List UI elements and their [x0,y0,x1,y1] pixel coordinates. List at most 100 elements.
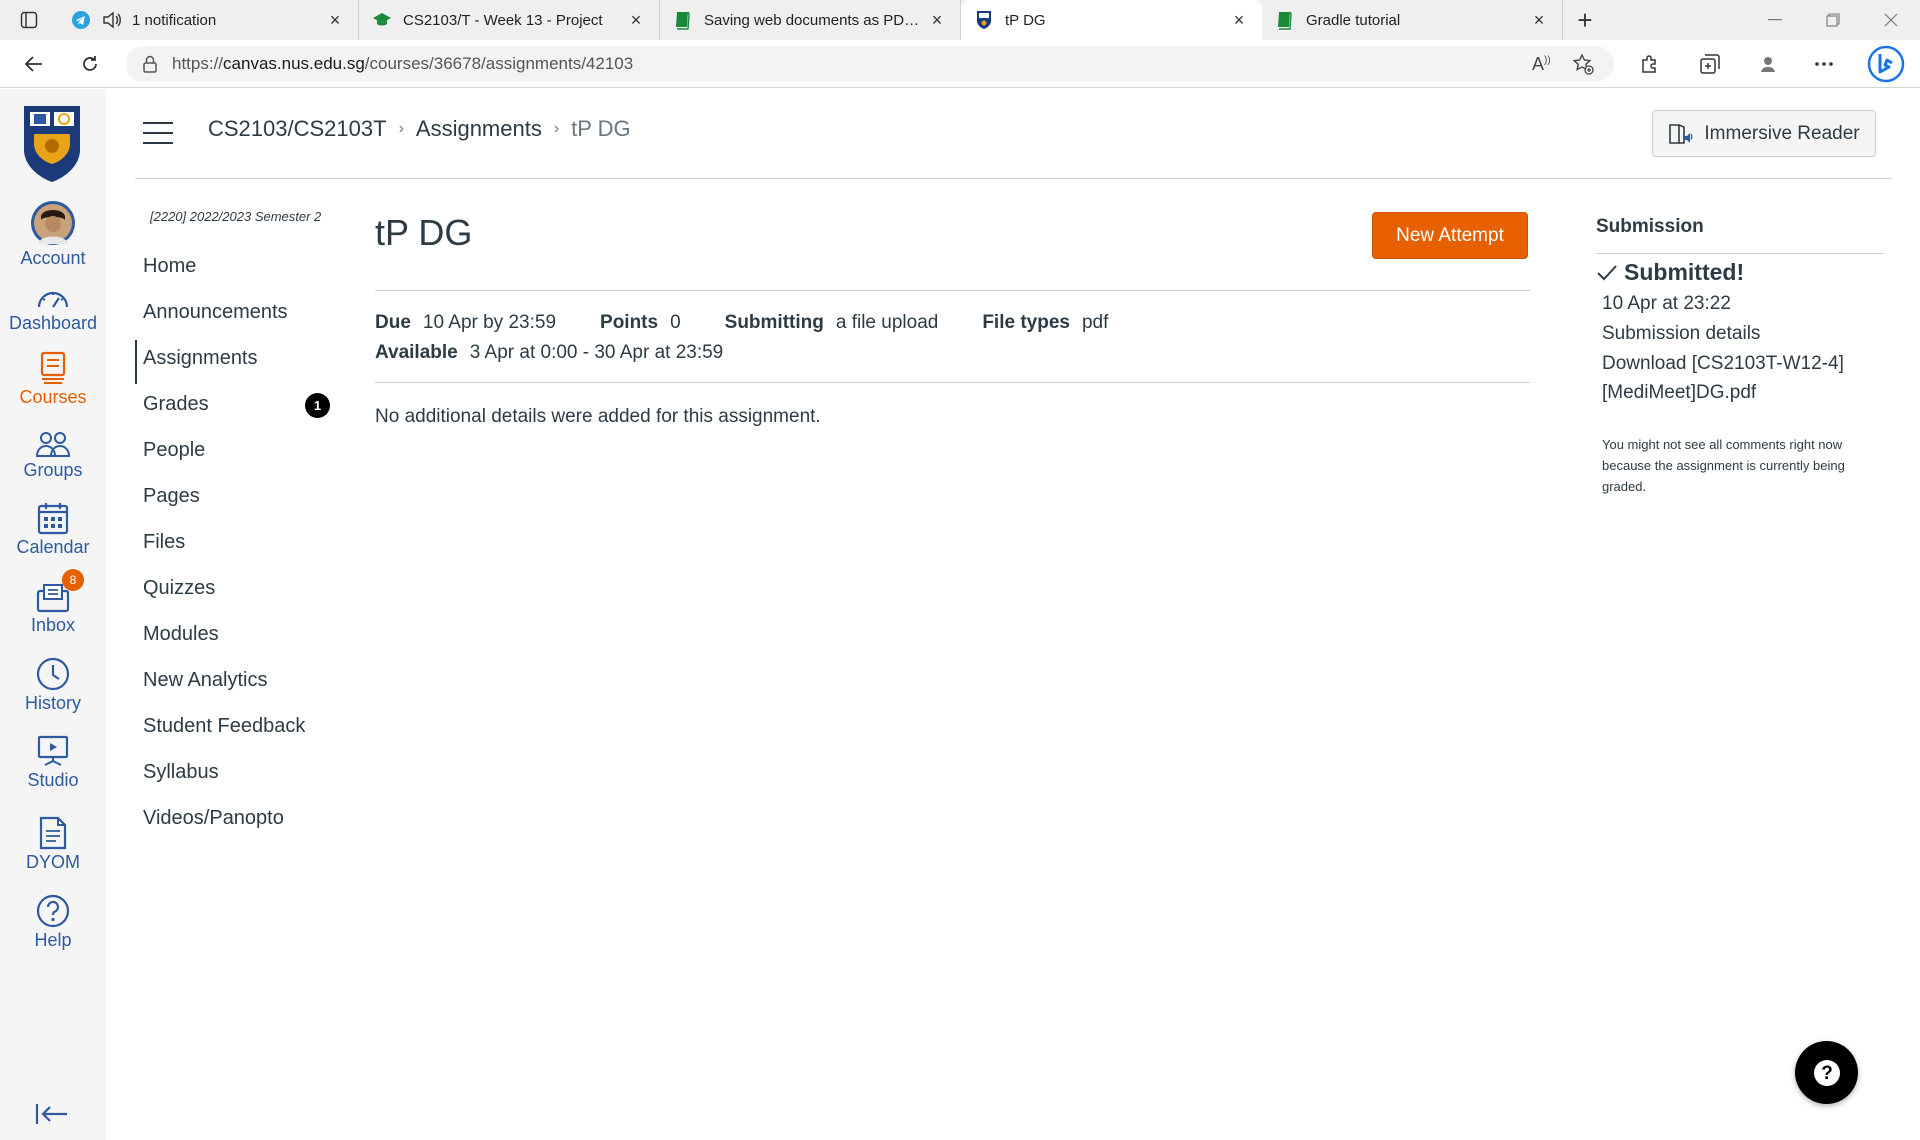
nav-courses[interactable]: Courses [0,341,106,408]
close-icon[interactable]: × [1228,10,1250,31]
course-nav-home[interactable]: Home [143,255,196,278]
browser-tab-gradle[interactable]: Gradle tutorial × [1262,0,1563,40]
nav-calendar[interactable]: Calendar [0,491,106,558]
tab-title: tP DG [1005,11,1046,29]
details-row-2: Available 3 Apr at 0:00 - 30 Apr at 23:59 [375,338,1152,368]
groups-icon [0,414,106,458]
course-nav-student-feedback[interactable]: Student Feedback [143,715,305,738]
nav-label: Help [34,930,72,950]
courses-icon [0,341,106,385]
url-prefix: https:// [172,54,224,73]
restore-icon[interactable] [1804,0,1862,40]
nav-help[interactable]: Help [0,884,106,951]
breadcrumb-course[interactable]: CS2103/CS2103T [208,116,387,142]
nav-label: History [24,693,81,713]
assignment-details: Due 10 Apr by 23:59 Points 0 Submitting a fil… [375,308,1152,368]
course-nav-modules[interactable]: Modules [143,623,219,646]
course-term: [2220] 2022/2023 Semester 2 [150,209,322,224]
minimize-icon[interactable] [1746,0,1804,40]
nav-inbox[interactable]: 8 Inbox [0,569,106,636]
bing-chat-icon[interactable] [1864,44,1908,84]
submission-download-link[interactable]: Download [CS2103T-W12-4] [MediMeet]DG.pd… [1602,353,1844,404]
extensions-icon[interactable] [1630,44,1670,84]
read-aloud-icon[interactable]: A)) [1532,54,1551,75]
speaker-icon[interactable] [102,11,122,29]
nav-label: Groups [23,460,83,480]
course-nav-pages[interactable]: Pages [143,485,200,508]
course-nav-announcements[interactable]: Announcements [143,301,288,324]
address-bar[interactable]: https://canvas.nus.edu.sg/courses/36678/… [126,46,1614,82]
calendar-icon [0,491,106,535]
collections-icon[interactable] [1690,44,1730,84]
submitting-label: Submitting [724,312,824,333]
close-icon[interactable]: × [926,10,948,31]
breadcrumb-separator: › [553,120,560,137]
nav-groups[interactable]: Groups [0,414,106,481]
tab-title: 1 notification [132,11,217,29]
assignment-description: No additional details were added for thi… [375,406,821,427]
browser-tab-week13[interactable]: CS2103/T - Week 13 - Project × [359,0,660,40]
breadcrumb-assignments[interactable]: Assignments [416,116,542,142]
lock-icon[interactable] [142,55,158,73]
question-icon: ? [1813,1059,1840,1086]
history-icon [0,647,106,691]
nav-label: DYOM [26,852,80,872]
submission-divider [1596,253,1884,254]
due-label: Due [375,312,411,333]
grades-badge: 1 [305,393,330,418]
header-divider [135,178,1891,179]
immersive-reader-button[interactable]: Immersive Reader [1652,110,1876,157]
course-nav-grades[interactable]: Grades [143,393,209,416]
inbox-icon [0,569,106,613]
back-icon[interactable] [12,42,56,86]
close-icon[interactable]: × [324,10,346,31]
course-nav-videos-panopto[interactable]: Videos/Panopto [143,807,284,830]
submission-heading: Submission [1596,216,1704,237]
browser-tab-telegram[interactable]: 1 notification × [58,0,359,40]
read-aloud-label: A [1532,53,1545,74]
nav-studio[interactable]: Studio [0,724,106,791]
course-nav-files[interactable]: Files [143,531,185,554]
nav-account[interactable]: Account [0,201,106,269]
nav-dashboard[interactable]: Dashboard [0,267,106,334]
new-attempt-button[interactable]: New Attempt [1372,212,1528,259]
more-options-icon[interactable] [1804,44,1844,84]
browser-tab-saving-pdf[interactable]: Saving web documents as PDF fil × [660,0,961,40]
course-nav-assignments[interactable]: Assignments [143,347,258,370]
tab-actions-icon[interactable] [0,0,58,40]
course-menu-toggle[interactable] [143,122,173,146]
page-title: tP DG [375,212,473,253]
browser-toolbar: https://canvas.nus.edu.sg/courses/36678/… [0,40,1920,88]
nav-label: Inbox [30,615,76,635]
refresh-icon[interactable] [68,42,112,86]
collapse-nav-icon[interactable] [32,1094,72,1134]
window-close-icon[interactable] [1862,0,1920,40]
help-chat-button[interactable]: ? [1795,1041,1858,1104]
favorites-add-icon[interactable] [1572,53,1594,75]
browser-tab-tp-dg[interactable]: tP DG × [961,0,1262,40]
details-row-1: Due 10 Apr by 23:59 Points 0 Submitting a fil… [375,308,1152,338]
new-tab-button[interactable]: + [1563,0,1607,40]
nav-history[interactable]: History [0,647,106,714]
course-nav-quizzes[interactable]: Quizzes [143,577,215,600]
course-nav-new-analytics[interactable]: New Analytics [143,669,268,692]
course-nav-people[interactable]: People [143,439,205,462]
available-value: 3 Apr at 0:00 - 30 Apr at 23:59 [469,342,724,363]
details-divider-bottom [375,382,1530,383]
immersive-reader-icon [1668,122,1694,146]
browser-tab-bar: 1 notification × CS2103/T - Week 13 - Pr… [0,0,1920,40]
check-icon [1596,264,1618,282]
nus-logo[interactable] [20,104,84,184]
close-icon[interactable]: × [1528,10,1550,31]
nus-crest-icon [973,9,995,31]
points-value: 0 [670,312,681,333]
help-icon [0,884,106,928]
close-icon[interactable]: × [625,10,647,31]
profile-icon[interactable] [1748,44,1788,84]
tab-title: Saving web documents as PDF fil [704,11,926,29]
nav-dyom[interactable]: DYOM [0,806,106,873]
course-nav-syllabus[interactable]: Syllabus [143,761,219,784]
submission-status-text: Submitted! [1624,259,1745,285]
document-icon [0,806,106,850]
submission-details-link[interactable]: Submission details [1602,323,1760,345]
